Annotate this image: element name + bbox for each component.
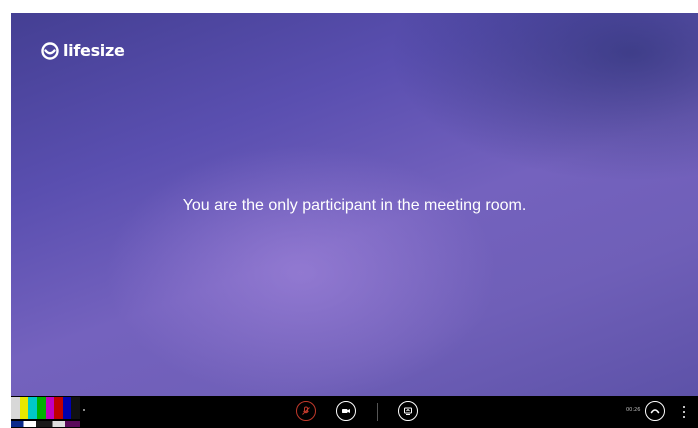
self-view-bar <box>19 397 29 419</box>
lifesize-logo-icon <box>41 41 59 60</box>
more-options-button[interactable] <box>681 404 687 420</box>
more-vertical-icon <box>683 411 685 413</box>
self-view-bar <box>45 397 55 419</box>
self-view-bar <box>62 397 72 419</box>
microphone-muted-icon <box>302 406 310 415</box>
toolbar-divider <box>377 403 378 421</box>
brand-logo: lifesize <box>41 41 125 60</box>
more-vertical-icon <box>683 406 685 408</box>
meeting-stage: lifesize You are the only participant in… <box>11 13 698 396</box>
self-view-bar <box>71 397 80 419</box>
self-view-thumbnail[interactable] <box>11 397 85 427</box>
only-participant-message: You are the only participant in the meet… <box>182 197 527 214</box>
mute-microphone-button[interactable] <box>296 401 316 421</box>
self-view-indicator <box>83 409 85 411</box>
self-view-bar <box>11 397 20 419</box>
self-view-bar <box>54 397 63 419</box>
hang-up-icon <box>650 409 660 414</box>
screen-share-icon <box>404 407 412 415</box>
meeting-window: lifesize You are the only participant in… <box>11 13 698 428</box>
self-view-strip <box>11 421 80 427</box>
call-timer: 00:26 <box>626 407 641 413</box>
call-toolbar: 00:26 <box>11 396 698 428</box>
brand-name: lifesize <box>63 41 125 60</box>
self-view-bar <box>36 397 46 419</box>
more-vertical-icon <box>683 416 685 418</box>
share-screen-button[interactable] <box>398 401 418 421</box>
self-view-bar <box>28 397 37 419</box>
video-camera-icon <box>342 409 350 413</box>
hang-up-button[interactable] <box>645 401 665 421</box>
toggle-camera-button[interactable] <box>336 401 356 421</box>
